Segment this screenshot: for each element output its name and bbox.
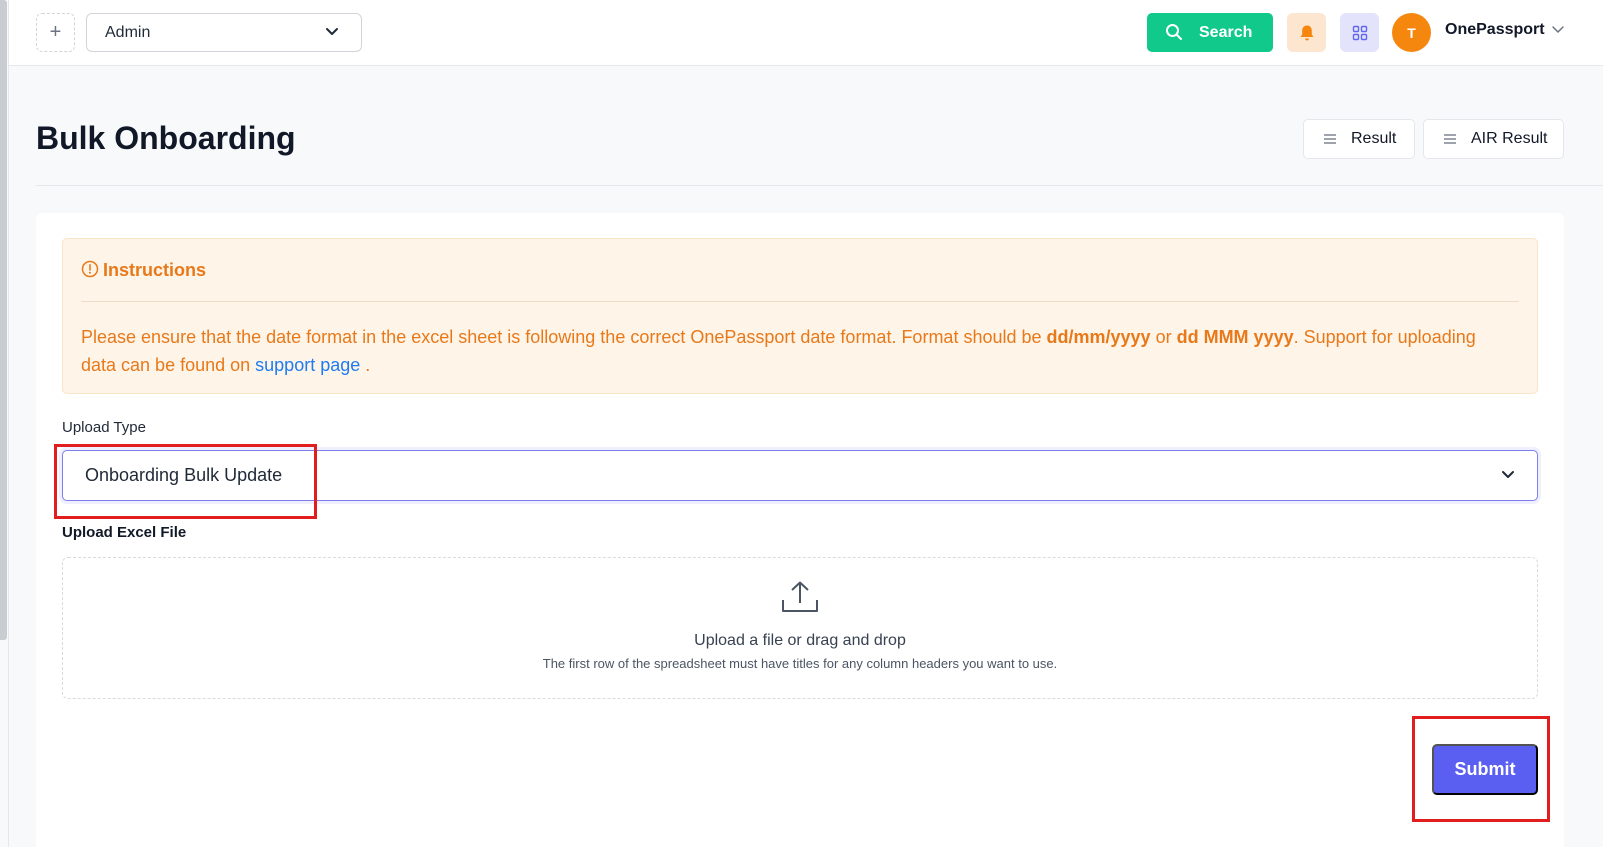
chevron-down-icon (1502, 471, 1514, 478)
divider (36, 185, 1603, 186)
result-button-label: Result (1351, 130, 1397, 147)
date-format-1: dd/mm/yyyy (1046, 327, 1151, 347)
file-dropzone[interactable]: Upload a file or drag and drop The first… (62, 557, 1538, 699)
role-select-value: Admin (105, 23, 151, 41)
instructions-panel: Instructions Please ensure that the date… (62, 238, 1538, 394)
chevron-down-icon[interactable] (1551, 25, 1565, 35)
scrollbar[interactable] (0, 0, 7, 640)
highlight-box (1412, 716, 1550, 822)
list-icon (1444, 134, 1456, 144)
dropzone-title[interactable]: Upload a file or drag and drop (63, 632, 1537, 650)
sidebar-edge (8, 0, 9, 847)
upload-icon (782, 581, 818, 612)
result-button[interactable]: Result (1303, 119, 1415, 159)
search-button-label: Search (1199, 24, 1253, 41)
add-button[interactable]: + (36, 13, 75, 52)
apps-button[interactable] (1340, 13, 1379, 52)
search-icon (1166, 24, 1182, 40)
instructions-text: Please ensure that the date format in th… (81, 327, 1476, 375)
upload-file-label: Upload Excel File (62, 524, 187, 541)
grid-icon (1352, 25, 1367, 40)
chevron-down-icon (326, 28, 338, 35)
search-button[interactable]: Search (1147, 13, 1273, 52)
avatar[interactable]: T (1392, 13, 1431, 52)
date-format-2: dd MMM yyyy (1176, 327, 1294, 347)
dropzone-hint: The first row of the spreadsheet must ha… (542, 656, 1058, 671)
list-icon (1324, 134, 1336, 144)
bell-icon (1300, 25, 1313, 40)
highlight-box (54, 444, 317, 519)
air-result-button[interactable]: AIR Result (1423, 119, 1564, 159)
upload-type-label: Upload Type (62, 419, 146, 436)
org-name[interactable]: OnePassport (1445, 21, 1545, 39)
divider (81, 301, 1519, 302)
instructions-title: Instructions (103, 260, 207, 280)
page-title: Bulk Onboarding (36, 120, 296, 156)
top-bar: + Admin Search T OnePassport (9, 0, 1603, 66)
info-icon (81, 260, 99, 278)
notifications-button[interactable] (1287, 13, 1326, 52)
support-page-link[interactable]: support page (255, 355, 360, 375)
air-result-button-label: AIR Result (1471, 130, 1548, 147)
role-select[interactable]: Admin (86, 13, 362, 52)
